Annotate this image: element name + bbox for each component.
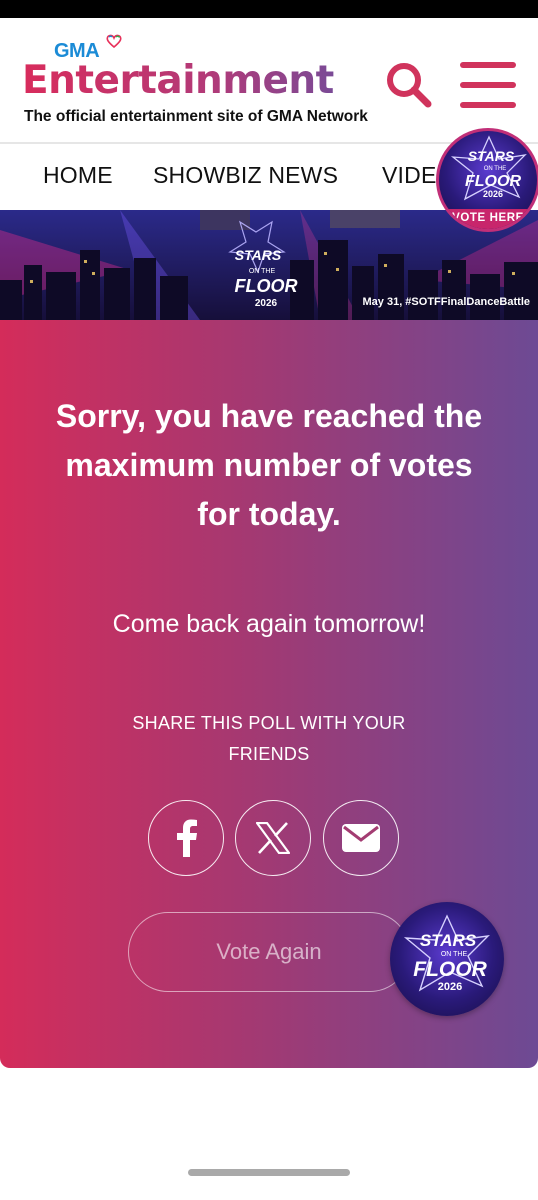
site-title[interactable]: Entertainment [22,58,334,103]
home-indicator[interactable] [188,1169,350,1176]
site-header: GMA Entertainment The official entertain… [0,18,538,142]
float-logo-onthe: ON THE [441,951,468,958]
banner-logo-floor: FLOOR [235,276,298,296]
float-logo-floor: FLOOR [413,958,487,981]
menu-button[interactable] [460,62,518,108]
max-votes-message: Sorry, you have reached the maximum numb… [55,398,483,532]
status-bar [0,0,538,18]
banner-logo-year: 2026 [255,298,278,309]
nav-item-home[interactable]: HOME [43,162,113,189]
banner-logo-onthe: ON THE [249,268,276,275]
banner-logo-stars: STARS [235,247,282,263]
banner-caption: May 31, #SOTFFinalDanceBattle [362,296,531,308]
hamburger-menu-icon [460,62,516,68]
share-poll-label: SHARE THIS POLL WITH YOUR FRIENDS [132,713,406,764]
gma-heart-icon [106,34,122,48]
facebook-icon [177,819,197,857]
nav-item-showbiz-news[interactable]: SHOWBIZ NEWS [153,162,338,189]
x-twitter-icon [256,822,290,854]
share-email-button[interactable] [323,800,399,876]
hamburger-menu-icon [460,82,516,88]
vote-here-badge[interactable]: STARS ON THE FLOOR 2026 VOTE HERE [436,128,538,232]
hamburger-menu-icon [460,102,516,108]
vote-here-label: VOTE HERE [439,209,537,229]
float-logo-stars: STARS [420,931,477,950]
vote-again-button[interactable]: Vote Again [128,912,410,992]
float-logo-year: 2026 [438,981,462,993]
search-icon [387,63,432,108]
mail-icon [342,824,380,852]
nav-item-videos[interactable]: VIDE [382,162,436,189]
badge-logo-year: 2026 [483,189,503,199]
site-tagline: The official entertainment site of GMA N… [24,108,368,125]
search-button[interactable] [384,60,434,110]
share-facebook-button[interactable] [148,800,224,876]
badge-logo-floor: FLOOR [465,173,521,190]
badge-logo-onthe: ON THE [484,166,507,172]
share-x-button[interactable] [235,800,311,876]
floating-show-badge[interactable]: STARS ON THE FLOOR 2026 [390,902,504,1016]
stars-on-the-floor-logo: STARS ON THE FLOOR 2026 [403,914,490,993]
come-back-message: Come back again tomorrow! [112,610,426,638]
badge-logo-stars: STARS [468,148,515,164]
